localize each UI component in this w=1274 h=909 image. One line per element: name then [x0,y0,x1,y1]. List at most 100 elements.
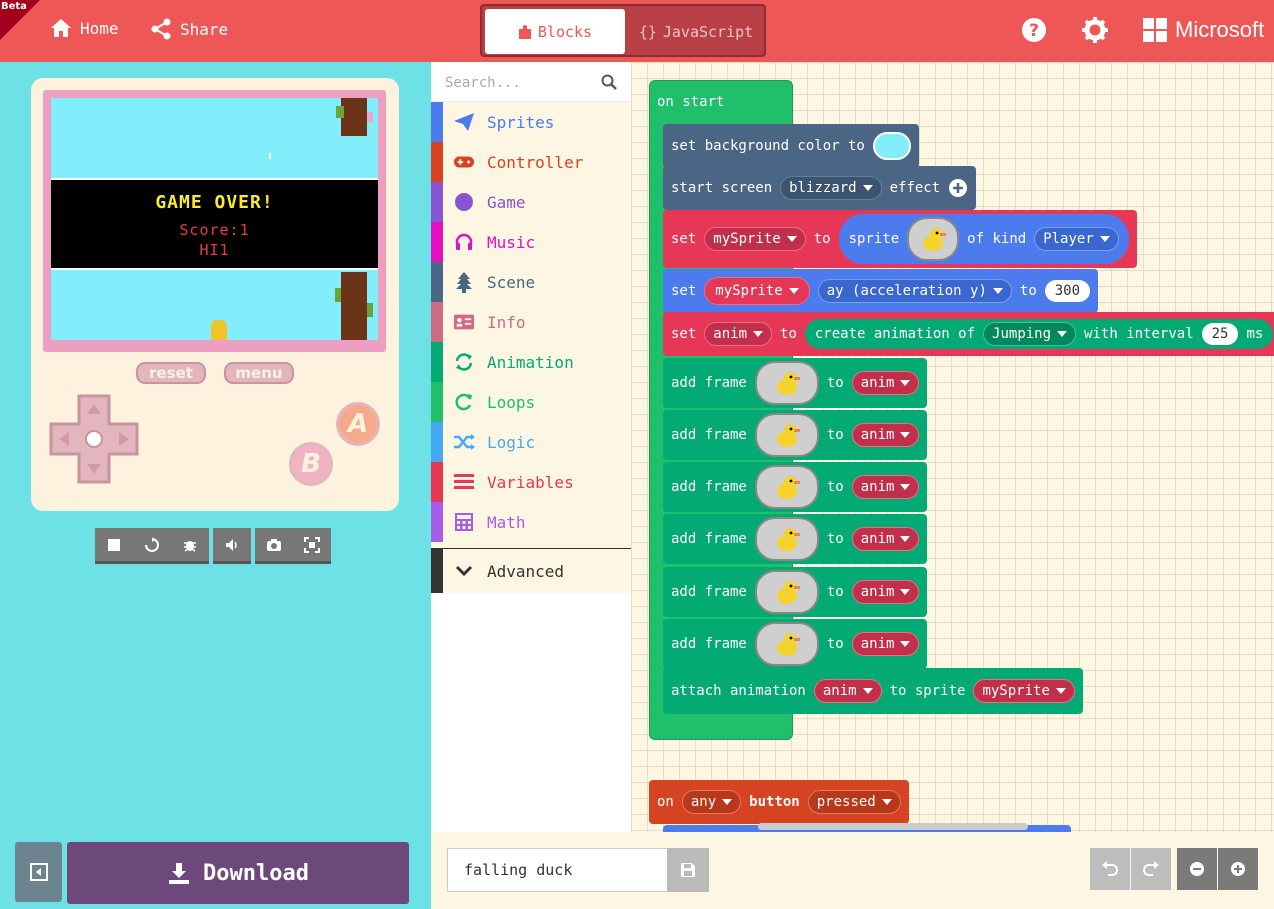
frame-image-editor[interactable] [754,622,819,666]
variable-dropdown[interactable]: anim [704,322,773,346]
save-button[interactable] [667,848,709,892]
undo-button[interactable] [1090,848,1130,890]
screenshot-button[interactable] [255,528,293,564]
animation-dropdown[interactable]: anim [851,632,920,656]
category-animation[interactable]: Animation [431,342,631,382]
property-dropdown[interactable]: ay (acceleration y) [817,279,1012,303]
redo-button[interactable] [1131,848,1171,890]
zoom-out-button[interactable] [1177,848,1217,890]
stop-button[interactable] [95,528,133,564]
add-frame-block[interactable]: add frame to anim [663,619,928,669]
caret-icon [992,288,1003,294]
frame-image-editor[interactable] [754,465,819,509]
dropdown-value: Player [1043,231,1094,247]
add-frame-block[interactable]: add frame to anim [663,358,928,408]
action-dropdown[interactable]: Jumping [983,322,1077,346]
restart-button[interactable] [133,528,171,564]
category-advanced[interactable]: Advanced [431,548,631,593]
button-dropdown[interactable]: any [681,790,742,814]
frame-image-editor[interactable] [754,361,819,405]
frame-image-editor[interactable] [754,413,819,457]
tab-blocks[interactable]: Blocks [485,9,625,54]
duck-icon [776,372,800,395]
animation-dropdown[interactable]: anim [813,679,882,703]
add-frame-block[interactable]: add frame to anim [663,410,928,460]
zoom-in-button[interactable] [1218,848,1258,890]
horizontal-scrollbar[interactable] [758,823,1028,830]
search-input[interactable] [445,72,595,94]
animation-dropdown[interactable]: anim [851,423,920,447]
sprite-image-editor[interactable] [907,217,960,261]
mute-button[interactable] [213,528,251,564]
variable-dropdown[interactable]: mySprite [704,227,806,251]
kind-dropdown[interactable]: Player [1034,227,1119,251]
block-label: to [826,531,844,547]
gear-icon[interactable] [1082,17,1108,43]
a-button[interactable]: A [336,402,380,446]
category-info[interactable]: Info [431,302,631,342]
reset-button[interactable]: reset [136,362,206,384]
help-icon[interactable]: ? [1021,17,1047,43]
fullscreen-button[interactable] [293,528,331,564]
debug-button[interactable] [171,528,209,564]
add-frame-block[interactable]: add frame to anim [663,462,928,512]
dropdown-value: anim [860,375,895,391]
block-label: add frame [671,479,747,495]
event-dropdown[interactable]: pressed [807,790,901,814]
category-math[interactable]: Math [431,502,631,542]
category-variables[interactable]: Variables [431,462,631,502]
block-label: set background color to [671,138,865,154]
animation-dropdown[interactable]: anim [851,527,920,551]
share-button[interactable]: Share [150,18,228,40]
category-loops[interactable]: Loops [431,382,631,422]
b-button[interactable]: B [289,442,333,486]
tab-javascript[interactable]: {} JavaScript [628,9,764,54]
menu-button[interactable]: menu [224,362,294,384]
home-button[interactable]: Home [50,18,119,38]
category-music[interactable]: Music [431,222,631,262]
dpad[interactable] [49,394,139,484]
category-logic[interactable]: Logic [431,422,631,462]
search-icon[interactable] [601,74,617,90]
category-controller[interactable]: Controller [431,142,631,182]
attach-animation-block[interactable]: attach animation anim to sprite mySprite [663,668,1083,714]
blocks-workspace[interactable]: on start set background color to start s… [631,62,1274,832]
frame-image-editor[interactable] [754,517,819,561]
game-screen[interactable]: GAME OVER! Score:1 HI1 [43,90,386,352]
animation-dropdown[interactable]: anim [851,371,920,395]
block-label: start screen [671,180,773,196]
category-label: Game [487,192,526,212]
add-frame-block[interactable]: add frame to anim [663,567,928,617]
color-picker[interactable] [872,132,911,160]
microsoft-logo[interactable]: Microsoft [1143,17,1264,43]
category-game[interactable]: Game [431,182,631,222]
add-icon[interactable] [948,178,968,198]
category-label: Math [487,512,526,532]
number-input[interactable]: 25 [1201,323,1239,345]
add-frame-block[interactable]: add frame to anim [663,514,928,564]
start-screen-effect-block[interactable]: start screen blizzard effect [663,166,977,210]
on-button-event-block[interactable]: on any button pressed [649,780,909,824]
score-text: Score:1 [179,221,250,239]
project-name-input[interactable] [447,848,669,892]
on-start-label: on start [657,94,725,110]
variable-dropdown[interactable]: mySprite [704,277,810,305]
set-background-block[interactable]: set background color to [663,124,919,168]
set-sprite-property-block[interactable]: set mySprite ay (acceleration y) to 300 [663,269,1099,313]
block-label: of kind [967,231,1027,247]
category-label: Controller [487,152,584,172]
animation-dropdown[interactable]: anim [851,475,920,499]
set-sprite-block[interactable]: set mySprite to sprite of kind Player [663,210,1137,268]
category-scene[interactable]: Scene [431,262,631,302]
create-animation-block[interactable]: create animation of Jumping with interva… [804,319,1274,349]
number-input[interactable]: 300 [1044,280,1091,302]
effect-dropdown[interactable]: blizzard [780,176,882,200]
category-sprites[interactable]: Sprites [431,102,631,142]
create-sprite-block[interactable]: sprite of kind Player [838,214,1129,264]
download-button[interactable]: Download [67,842,409,904]
animation-dropdown[interactable]: anim [851,580,920,604]
set-animation-block[interactable]: set anim to create animation of Jumping … [663,312,1274,356]
collapse-simulator-button[interactable] [15,842,62,902]
sprite-dropdown[interactable]: mySprite [973,679,1075,703]
frame-image-editor[interactable] [754,570,819,614]
